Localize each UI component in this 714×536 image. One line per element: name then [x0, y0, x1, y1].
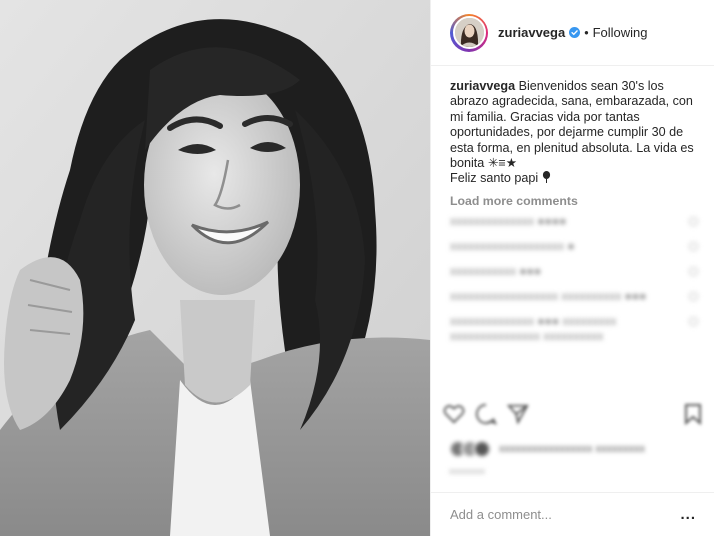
likes-text: xxxxxxxxxxxxxxxxx xxxxxxxxx [499, 443, 646, 455]
caption-username[interactable]: zuriavvega [450, 79, 515, 93]
separator-dot: • [584, 25, 589, 40]
list-item: xxxxxxxxxxxxxx ●●●● [450, 214, 698, 229]
list-item: xxxxxxxxxxx ●●● [450, 264, 698, 279]
portrait-photo-illustration [0, 0, 430, 536]
post-caption: zuriavvega Bienvenidos sean 30's los abr… [450, 79, 698, 187]
profile-avatar-ring[interactable] [450, 13, 488, 52]
comment-icon[interactable] [475, 403, 497, 425]
comment-text: xxxxxxxxxxxxxx ●●●● [450, 213, 567, 228]
post-photo[interactable] [0, 0, 430, 536]
heart-icon[interactable] [689, 216, 698, 226]
action-bar [431, 394, 714, 434]
post-username[interactable]: zuriavvega [498, 25, 565, 40]
balloon-icon [542, 171, 550, 184]
comment-text: xxxxxxxxxxxxxxxxxxx ● [450, 238, 575, 253]
caption-line2: Feliz santo papi [450, 171, 539, 186]
share-icon[interactable] [507, 403, 529, 425]
list-item: xxxxxxxxxxxxxxxxxx xxxxxxxxxx ●●● [450, 289, 698, 304]
heart-icon[interactable] [689, 241, 698, 251]
bookmark-icon[interactable] [684, 403, 702, 425]
comment-text: xxxxxxxxxxxxxxxxxx xxxxxxxxxx ●●● [450, 288, 647, 303]
list-item: xxxxxxxxxxxxxx ●●● xxxxxxxxx xxxxxxxxxxx… [450, 314, 698, 344]
post-timestamp: xxxxxxxx [449, 466, 485, 476]
verified-badge-icon [569, 27, 581, 38]
heart-icon[interactable] [689, 266, 698, 276]
post-header: zuriavvega • Following [431, 0, 714, 66]
add-comment-bar: ... [431, 492, 714, 536]
heart-icon[interactable] [689, 291, 698, 301]
comment-text: xxxxxxxxxxx ●●● [450, 263, 542, 278]
load-more-comments-button[interactable]: Load more comments [450, 194, 698, 208]
list-item: xxxxxxxxxxxxxxxxxxx ● [450, 239, 698, 254]
avatar [473, 440, 491, 458]
liked-by-row[interactable]: xxxxxxxxxxxxxxxxx xxxxxxxxx [431, 434, 714, 464]
comments-section: zuriavvega Bienvenidos sean 30's los abr… [431, 66, 714, 394]
heart-icon[interactable] [689, 316, 698, 326]
avatar-picture-icon [454, 18, 484, 47]
following-button[interactable]: Following [593, 25, 648, 40]
avatar[interactable] [452, 16, 486, 49]
comment-list: xxxxxxxxxxxxxx ●●●● xxxxxxxxxxxxxxxxxxx … [450, 214, 698, 344]
comment-text: xxxxxxxxxxxxxx ●●● xxxxxxxxx xxxxxxxxxxx… [450, 313, 617, 343]
more-options-icon[interactable]: ... [680, 506, 696, 523]
caption-emoji: ✳︎≡★ [487, 156, 518, 171]
heart-icon[interactable] [443, 404, 465, 424]
add-comment-input[interactable] [450, 507, 681, 522]
post-sidebar: zuriavvega • Following zuriavvega Bienve… [430, 0, 714, 536]
instagram-post: zuriavvega • Following zuriavvega Bienve… [0, 0, 714, 536]
